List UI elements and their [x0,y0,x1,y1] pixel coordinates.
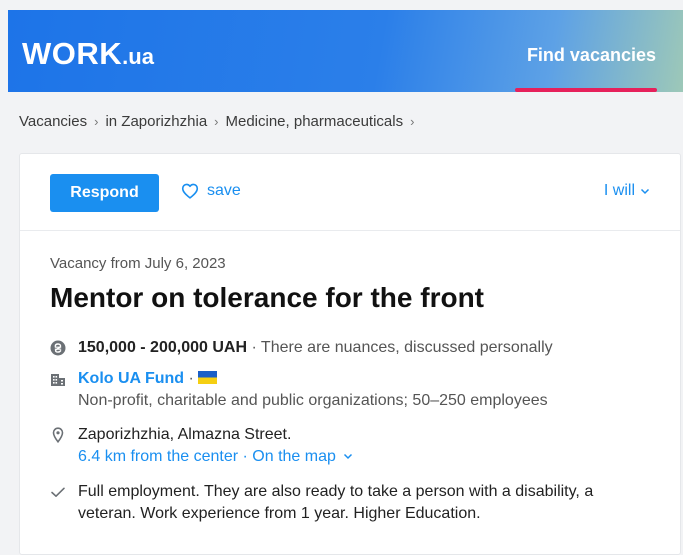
chevron-down-icon [640,188,650,195]
breadcrumb-separator: › [214,114,219,129]
conditions-row: Full employment. They are also ready to … [50,481,593,525]
save-label: save [207,182,241,199]
breadcrumb-separator: › [410,114,415,129]
logo-main: WORK [22,36,123,71]
heart-icon [181,183,199,199]
save-button[interactable]: save [181,182,241,200]
conditions-line-1: Full employment. They are also ready to … [78,483,594,500]
company-name-link[interactable]: Kolo UA Fund [78,370,184,387]
building-icon [51,374,65,386]
breadcrumb-separator: › [94,114,99,129]
location-pin-icon [52,427,64,443]
chevron-down-icon [344,453,353,460]
breadcrumb: Vacancies › in Zaporizhzhia › Medicine, phar… [19,113,421,130]
vacancy-card: Respond save I will Vacancy from July 6,… [19,153,681,555]
vacancy-toolbar: Respond save I will [20,154,680,231]
respond-button[interactable]: Respond [50,174,159,212]
site-logo[interactable]: WORK.ua [22,34,154,74]
active-nav-indicator [515,88,657,92]
find-vacancies-link[interactable]: Find vacancies [527,44,656,66]
hryvnia-coin-icon [50,340,66,356]
company-row: Kolo UA Fund · Non-profit, charitable an… [50,368,548,412]
breadcrumb-city[interactable]: in Zaporizhzhia [105,113,207,130]
salary-amount: 150,000 - 200,000 UAH [78,339,247,356]
salary-note: · There are nuances, discussed personall… [247,339,553,356]
site-header: WORK.ua Find vacancies [8,10,683,92]
distance-separator: · [238,448,253,465]
address-text: Zaporizhzhia, Almazna Street. [78,426,292,443]
i-will-label: I will [603,182,635,199]
conditions-line-2: veteran. Work experience from 1 year. Hi… [78,505,481,522]
company-description: Non-profit, charitable and public organi… [78,392,548,409]
checkmark-icon [51,487,65,497]
company-separator: · [184,370,199,387]
distance-link[interactable]: 6.4 km from the center [78,448,238,465]
breadcrumb-vacancies[interactable]: Vacancies [19,113,87,130]
vacancy-title: Mentor on tolerance for the front [50,282,484,313]
ukraine-flag-icon [198,371,218,384]
salary-row: 150,000 - 200,000 UAH · There are nuance… [50,337,553,359]
on-the-map-label: On the map [252,448,336,465]
on-the-map-link[interactable]: On the map [252,448,353,465]
address-row: Zaporizhzhia, Almazna Street. 6.4 km fro… [50,424,353,468]
vacancy-date: Vacancy from July 6, 2023 [50,255,226,272]
breadcrumb-category[interactable]: Medicine, pharmaceuticals [226,113,404,130]
logo-suffix: .ua [122,44,154,69]
i-will-dropdown[interactable]: I will [604,182,650,200]
